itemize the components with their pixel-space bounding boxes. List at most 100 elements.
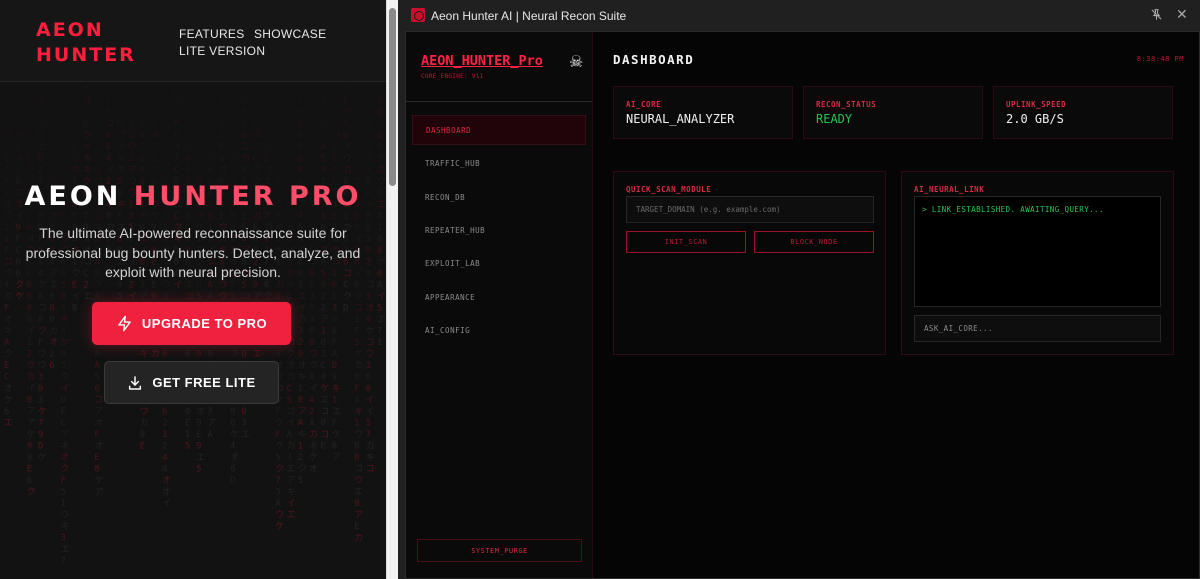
matrix-glyph: 5 xyxy=(377,212,382,222)
sidebar-item-dashboard[interactable]: DASHBOARD xyxy=(412,115,586,145)
sidebar-item-ai-config[interactable]: AI_CONFIG xyxy=(412,315,586,345)
hero-subtitle: The ultimate AI-powered reconnaissance s… xyxy=(25,225,361,280)
matrix-glyph: 3 xyxy=(61,361,66,371)
website-scrollbar-thumb[interactable] xyxy=(389,8,396,186)
matrix-glyph: 1 xyxy=(332,396,337,406)
matrix-glyph: イ xyxy=(128,292,137,302)
matrix-glyph: エ xyxy=(377,315,386,325)
matrix-glyph: キ xyxy=(287,488,296,498)
matrix-glyph: D xyxy=(230,476,235,486)
system-purge-button[interactable]: SYSTEM_PURGE xyxy=(417,539,582,562)
matrix-glyph: 2 xyxy=(320,304,325,314)
matrix-glyph: 8 xyxy=(49,304,54,314)
matrix-glyph: 0 xyxy=(49,292,54,302)
matrix-glyph: イ xyxy=(162,499,171,509)
window-titlebar[interactable]: Aeon Hunter AI | Neural Recon Suite ✕ xyxy=(398,0,1200,31)
matrix-glyph: コ xyxy=(241,292,250,302)
matrix-glyph: 7 xyxy=(275,476,280,486)
matrix-glyph: E xyxy=(94,453,99,463)
block-node-button[interactable]: BLOCK_NODE xyxy=(754,231,874,253)
matrix-glyph: 0 xyxy=(354,453,359,463)
nav-link-lite-version[interactable]: LITE VERSION xyxy=(179,44,265,58)
website-scrollbar[interactable] xyxy=(386,0,398,579)
matrix-glyph: F xyxy=(4,304,9,314)
matrix-glyph: イ xyxy=(287,499,296,509)
get-free-lite-button[interactable]: GET FREE LITE xyxy=(104,361,279,404)
matrix-glyph: 4 xyxy=(162,453,167,463)
matrix-glyph: ク xyxy=(377,119,386,130)
matrix-glyph: ク xyxy=(275,418,284,429)
matrix-glyph: A xyxy=(343,120,349,130)
matrix-glyph: 9 xyxy=(27,442,32,452)
matrix-glyph: 1 xyxy=(162,430,167,440)
matrix-glyph: 5 xyxy=(298,120,303,130)
matrix-glyph: ク xyxy=(287,211,296,222)
matrix-glyph: 0 xyxy=(298,350,303,360)
matrix-glyph: A xyxy=(309,396,315,406)
matrix-glyph: 0 xyxy=(140,166,145,176)
matrix-glyph: イ xyxy=(366,407,375,417)
matrix-glyph: ク xyxy=(27,360,36,371)
nav-link-showcase[interactable]: SHOWCASE xyxy=(254,27,326,41)
matrix-glyph: ウ xyxy=(241,96,250,107)
matrix-glyph: エ xyxy=(219,108,228,118)
matrix-glyph: ク xyxy=(264,291,273,302)
matrix-glyph: A xyxy=(94,361,100,371)
matrix-glyph: カ xyxy=(264,142,273,153)
matrix-glyph: イ xyxy=(377,292,386,302)
matrix-glyph: エ xyxy=(4,419,13,429)
matrix-glyph: エ xyxy=(320,396,329,406)
matrix-glyph: 0 xyxy=(140,430,145,440)
page-title: DASHBOARD xyxy=(613,52,695,67)
matrix-glyph: ケ xyxy=(38,452,47,463)
sidebar-item-repeater-hub[interactable]: REPEATER_HUB xyxy=(412,215,586,245)
matrix-glyph: コ xyxy=(366,465,375,475)
logo-line1: AEON xyxy=(36,19,104,41)
matrix-glyph: 4 xyxy=(230,442,235,452)
matrix-glyph: A xyxy=(309,373,315,383)
pin-icon[interactable] xyxy=(1150,8,1163,21)
sidebar-item-appearance[interactable]: APPEARANCE xyxy=(412,282,586,312)
ask-ai-input[interactable]: ASK_AI_CORE... xyxy=(914,315,1161,342)
matrix-glyph: ア xyxy=(27,419,36,429)
sidebar-item-traffic-hub[interactable]: TRAFFIC_HUB xyxy=(412,148,586,178)
matrix-glyph: 6 xyxy=(298,166,303,176)
matrix-glyph: コ xyxy=(4,258,13,268)
matrix-glyph: F xyxy=(94,430,99,440)
matrix-glyph: カ xyxy=(117,142,126,153)
matrix-glyph: 1 xyxy=(377,223,382,233)
matrix-glyph: 2 xyxy=(15,166,20,176)
quick-scan-label: QUICK_SCAN_MODULE xyxy=(626,185,712,194)
matrix-glyph: 8 xyxy=(354,442,359,452)
matrix-glyph: ア xyxy=(207,154,216,164)
skull-crossbones-icon: ☠ xyxy=(569,54,584,71)
matrix-glyph: 3 xyxy=(241,419,246,429)
matrix-glyph: カ xyxy=(162,211,171,222)
matrix-glyph: ク xyxy=(343,84,352,95)
matrix-glyph: 3 xyxy=(275,488,280,498)
matrix-glyph: キ xyxy=(140,350,149,360)
matrix-glyph: オ xyxy=(230,452,239,463)
matrix-glyph: 6 xyxy=(4,407,9,417)
upgrade-to-pro-button[interactable]: UPGRADE TO PRO xyxy=(92,302,291,345)
engine-version: CORE_ENGINE: V11 xyxy=(421,73,484,80)
close-icon[interactable]: ✕ xyxy=(1176,6,1188,23)
matrix-glyph: ア xyxy=(343,143,352,153)
matrix-glyph: F xyxy=(4,246,9,256)
nav-link-features[interactable]: FEATURES xyxy=(179,27,245,41)
lightning-bolt-icon xyxy=(118,315,131,332)
matrix-glyph: ケ xyxy=(320,383,329,394)
site-logo[interactable]: AEON HUNTER xyxy=(36,18,136,68)
matrix-glyph: 5 xyxy=(287,396,292,406)
matrix-glyph: ア xyxy=(298,407,307,417)
stat-label: UPLINK_SPEED xyxy=(1006,100,1067,109)
matrix-glyph: オ xyxy=(117,165,126,176)
sidebar-item-recon-db[interactable]: RECON_DB xyxy=(412,182,586,212)
init-scan-button[interactable]: INIT_SCAN xyxy=(626,231,746,253)
target-domain-input[interactable]: TARGET_DOMAIN (e.g. example.com) xyxy=(626,196,874,223)
matrix-glyph: 8 xyxy=(140,154,145,164)
matrix-glyph: ケ xyxy=(332,429,341,440)
matrix-glyph: 8 xyxy=(94,166,99,176)
sidebar-item-exploit-lab[interactable]: EXPLOIT_LAB xyxy=(412,248,586,278)
matrix-glyph: 3 xyxy=(320,166,325,176)
